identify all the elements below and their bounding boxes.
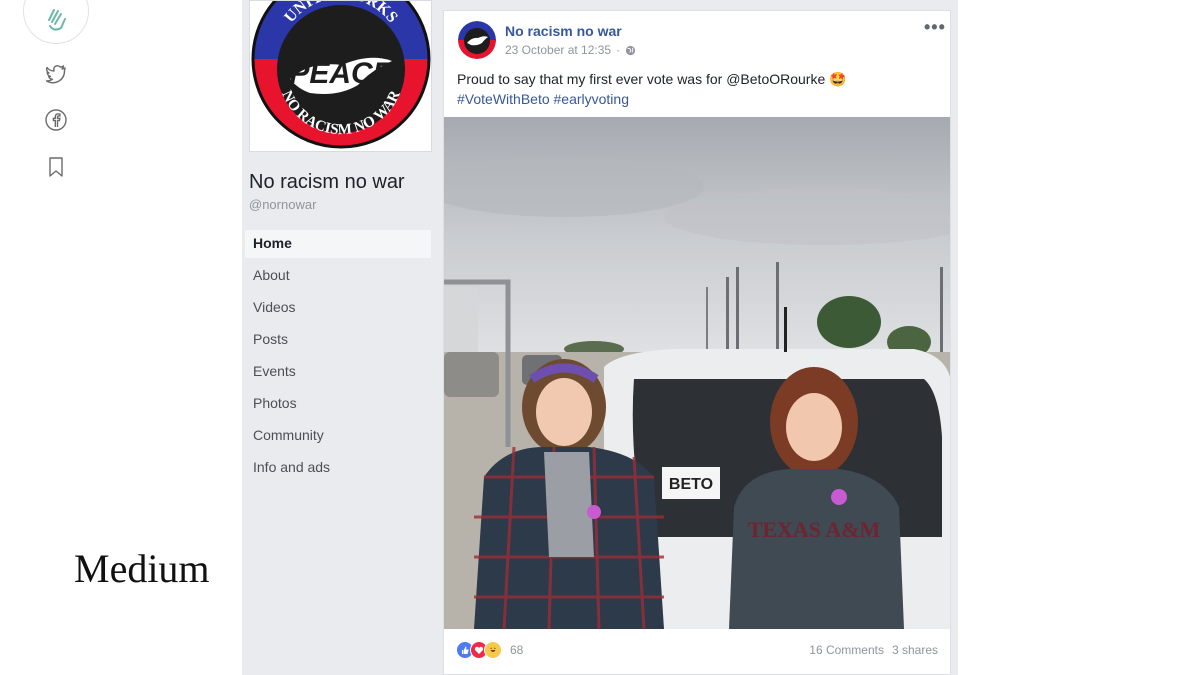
svg-text:BETO: BETO <box>669 476 713 493</box>
post-timestamp[interactable]: 23 October at 12:35 <box>505 43 611 57</box>
post-card: No racism no war 23 October at 12:35 · •… <box>443 10 951 675</box>
comments-count[interactable]: 16 Comments <box>809 643 884 657</box>
page-nav: Home About Videos Posts Events Photos Co… <box>245 230 431 486</box>
medium-share-rail: Medium <box>0 0 240 675</box>
nav-videos[interactable]: Videos <box>245 294 431 326</box>
photo-image: BETO TEXAS A&M <box>444 117 950 629</box>
globe-icon <box>625 45 636 55</box>
nav-photos[interactable]: Photos <box>245 390 431 422</box>
post-stats: 16 Comments 3 shares <box>809 643 938 657</box>
post-author-avatar[interactable] <box>458 21 496 59</box>
nav-info-and-ads[interactable]: Info and ads <box>245 454 431 486</box>
facebook-share-button[interactable] <box>44 108 68 132</box>
dot-separator: · <box>616 43 621 57</box>
peace-logo: UNITE WORKS PEACE NO RACISM NO WAR <box>250 1 431 151</box>
haha-reaction-icon <box>484 641 502 659</box>
reaction-count: 68 <box>510 643 524 657</box>
post-photo[interactable]: BETO TEXAS A&M <box>444 117 950 629</box>
clap-button[interactable] <box>23 0 89 44</box>
twitter-share-button[interactable] <box>44 62 68 86</box>
page-profile-picture[interactable]: UNITE WORKS PEACE NO RACISM NO WAR <box>249 0 432 152</box>
post-hashtags[interactable]: #VoteWithBeto #earlyvoting <box>457 89 937 109</box>
facebook-icon <box>45 109 67 131</box>
svg-text:PEACE: PEACE <box>289 57 393 90</box>
bookmark-button[interactable] <box>44 155 68 179</box>
clap-icon <box>48 9 66 31</box>
page-handle[interactable]: @nornowar <box>249 197 316 212</box>
post-author-name[interactable]: No racism no war <box>505 23 622 39</box>
twitter-icon <box>45 65 66 84</box>
nav-home[interactable]: Home <box>245 230 431 258</box>
post-body: Proud to say that my first ever vote was… <box>457 71 847 87</box>
peace-logo-small <box>458 21 496 59</box>
medium-wordmark: Medium <box>74 546 210 591</box>
post-meta: 23 October at 12:35 · <box>505 43 636 57</box>
nav-posts[interactable]: Posts <box>245 326 431 358</box>
reaction-summary[interactable]: 68 <box>456 641 523 659</box>
page-title: No racism no war <box>249 171 405 193</box>
nav-events[interactable]: Events <box>245 358 431 390</box>
bookmark-icon <box>49 157 63 177</box>
shares-count[interactable]: 3 shares <box>892 643 938 657</box>
svg-text:TEXAS A&M: TEXAS A&M <box>748 517 881 542</box>
nav-community[interactable]: Community <box>245 422 431 454</box>
post-text: Proud to say that my first ever vote was… <box>457 69 937 109</box>
post-options-button[interactable]: ••• <box>924 17 946 38</box>
nav-about[interactable]: About <box>245 262 431 294</box>
